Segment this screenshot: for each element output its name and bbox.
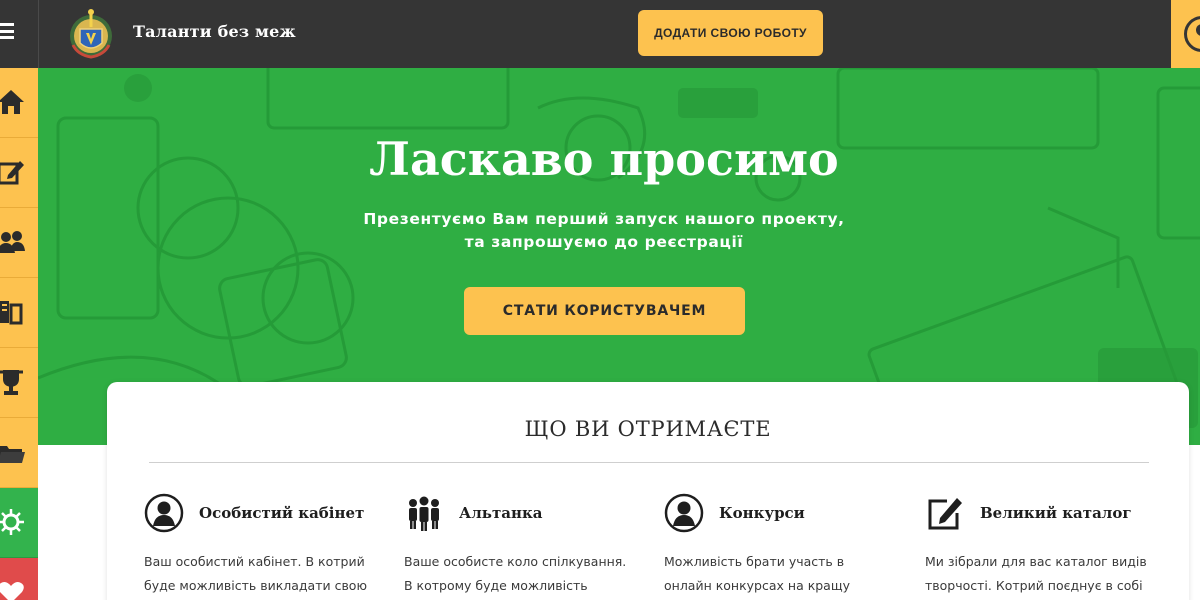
sidebar (0, 68, 38, 600)
user-circle-icon (664, 493, 704, 533)
sidebar-item-heart[interactable] (0, 558, 38, 600)
coat-of-arms-logo[interactable] (64, 7, 118, 61)
heart-icon (0, 582, 24, 600)
home-icon (0, 90, 24, 114)
folder-icon (0, 446, 25, 463)
feature-description: Можливість брати участь в онлайн конкурс… (664, 554, 851, 593)
sidebar-item-virus[interactable] (0, 488, 38, 558)
virus-icon (0, 509, 24, 535)
sidebar-item-users[interactable] (0, 208, 38, 278)
feature-name: Великий каталог (980, 504, 1132, 522)
user-account-button[interactable] (1171, 0, 1200, 68)
hamburger-icon[interactable] (0, 20, 16, 42)
site-title[interactable]: Таланти без меж (133, 22, 296, 41)
hero-subtitle-line-2: та запрошуємо до реєстрації (464, 233, 744, 251)
users-icon (0, 231, 25, 253)
sidebar-item-contests[interactable] (0, 348, 38, 418)
sidebar-item-home[interactable] (0, 68, 38, 138)
become-user-button[interactable]: СТАТИ КОРИСТУВАЧЕМ (464, 287, 745, 335)
catalog-icon (0, 301, 23, 325)
sidebar-item-folder[interactable] (0, 418, 38, 488)
hero-subtitle-line-1: Презентуємо Вам перший запуск нашого про… (363, 210, 845, 228)
feature-description: Ваш особистий кабінет. В котрий буде мож… (144, 554, 367, 593)
feature-name: Альтанка (459, 504, 543, 522)
sidebar-item-catalog[interactable] (0, 278, 38, 348)
features-title: ЩО ВИ ОТРИМАЄТЕ (524, 417, 772, 441)
sidebar-item-edit[interactable] (0, 138, 38, 208)
feature-description: Ми зібрали для вас каталог видів творчос… (925, 554, 1147, 593)
features-card: ЩО ВИ ОТРИМАЄТЕ Особистий кабінет Ваш ос… (107, 382, 1189, 600)
trophy-icon (0, 370, 23, 395)
hero-title: Ласкаво просимо (369, 132, 839, 186)
feature-description: Ваше особисте коло спілкування. В котром… (404, 554, 627, 593)
edit-icon (0, 161, 24, 185)
top-bar: Таланти без меж ДОДАТИ СВОЮ РОБОТУ (0, 0, 1200, 68)
user-circle-icon (144, 493, 184, 533)
add-work-button[interactable]: ДОДАТИ СВОЮ РОБОТУ (638, 10, 823, 56)
user-account-icon (1184, 16, 1200, 52)
feature-name: Особистий кабінет (199, 504, 365, 522)
edit-icon (928, 498, 962, 530)
topbar-divider (38, 0, 39, 68)
features-divider (149, 462, 1149, 463)
group-icon (409, 496, 439, 531)
feature-name: Конкурси (719, 504, 805, 522)
